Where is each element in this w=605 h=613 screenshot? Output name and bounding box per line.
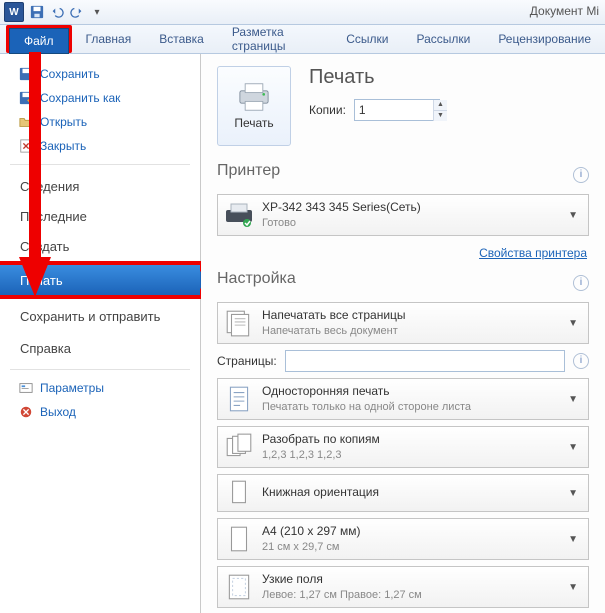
pages-info-icon[interactable]: i xyxy=(573,353,589,369)
backstage-view: Сохранить Сохранить как Открыть Закрыть xyxy=(0,54,605,613)
tab-file[interactable]: Файл xyxy=(9,28,69,54)
margins-dropdown[interactable]: Узкие поля Левое: 1,27 см Правое: 1,27 с… xyxy=(217,566,589,608)
tab-mailings[interactable]: Рассылки xyxy=(402,25,484,53)
tab-references[interactable]: Ссылки xyxy=(332,25,402,53)
nav-help[interactable]: Справка xyxy=(0,333,200,363)
options-icon xyxy=(18,380,34,396)
collate-sub: 1,2,3 1,2,3 1,2,3 xyxy=(262,448,564,462)
printer-info-icon[interactable]: i xyxy=(573,167,589,183)
nav-save-as[interactable]: Сохранить как xyxy=(0,86,200,110)
exit-icon xyxy=(18,404,34,420)
paper-title: A4 (210 x 297 мм) xyxy=(262,524,564,540)
copies-input[interactable] xyxy=(354,99,440,121)
highlight-file: Файл xyxy=(6,25,72,53)
collate-icon xyxy=(224,432,254,462)
qat-customize-icon[interactable]: ▾ xyxy=(88,3,106,21)
highlight-print: Печать xyxy=(0,261,204,299)
printer-selector[interactable]: XP-342 343 345 Series(Сеть) Готово ▼ xyxy=(217,194,589,236)
copies-spinner[interactable]: ▲▼ xyxy=(433,100,447,121)
nav-open[interactable]: Открыть xyxy=(0,110,200,134)
ribbon-tabs: Файл Главная Вставка Разметка страницы С… xyxy=(0,25,605,54)
printer-name: XP-342 343 345 Series(Сеть) xyxy=(262,200,564,216)
nav-options[interactable]: Параметры xyxy=(0,376,200,400)
settings-heading: Настройка xyxy=(217,270,296,288)
chevron-down-icon: ▼ xyxy=(564,210,582,221)
portrait-icon xyxy=(224,478,254,508)
pages-scope-title: Напечатать все страницы xyxy=(262,308,564,324)
duplex-dropdown[interactable]: Односторонняя печать Печатать только на … xyxy=(217,378,589,420)
backstage-nav: Сохранить Сохранить как Открыть Закрыть xyxy=(0,54,201,613)
orientation-title: Книжная ориентация xyxy=(262,485,564,501)
simplex-icon xyxy=(224,384,254,414)
chevron-down-icon: ▼ xyxy=(564,488,582,499)
chevron-down-icon: ▼ xyxy=(564,582,582,593)
tab-review[interactable]: Рецензирование xyxy=(484,25,605,53)
chevron-down-icon: ▼ xyxy=(564,394,582,405)
nav-info[interactable]: Сведения xyxy=(0,171,200,201)
printer-device-icon xyxy=(224,200,254,230)
chevron-down-icon: ▼ xyxy=(564,442,582,453)
close-file-icon xyxy=(18,138,34,154)
open-icon xyxy=(18,114,34,130)
nav-print[interactable]: Печать xyxy=(0,265,200,295)
printer-heading: Принтер xyxy=(217,162,280,180)
settings-info-icon[interactable]: i xyxy=(573,275,589,291)
word-app-icon: W xyxy=(4,2,24,22)
separator xyxy=(10,164,190,165)
save-icon xyxy=(18,66,34,82)
paper-dropdown[interactable]: A4 (210 x 297 мм) 21 см x 29,7 см ▼ xyxy=(217,518,589,560)
margins-sub: Левое: 1,27 см Правое: 1,27 см xyxy=(262,588,564,602)
pages-input[interactable] xyxy=(285,350,565,372)
title-bar: W ▾ Документ Mi xyxy=(0,0,605,25)
undo-icon[interactable] xyxy=(48,3,66,21)
pages-scope-dropdown[interactable]: Напечатать все страницы Напечатать весь … xyxy=(217,302,589,344)
collate-title: Разобрать по копиям xyxy=(262,432,564,448)
print-title: Печать xyxy=(309,66,589,89)
separator xyxy=(10,369,190,370)
tab-home[interactable]: Главная xyxy=(72,25,146,53)
document-title: Документ Mi xyxy=(530,4,599,18)
printer-icon xyxy=(236,82,272,112)
print-button-label: Печать xyxy=(234,116,273,130)
nav-save[interactable]: Сохранить xyxy=(0,62,200,86)
save-as-icon xyxy=(18,90,34,106)
orientation-dropdown[interactable]: Книжная ориентация ▼ xyxy=(217,474,589,512)
chevron-down-icon: ▼ xyxy=(564,318,582,329)
nav-recent[interactable]: Последние xyxy=(0,201,200,231)
printer-properties-link[interactable]: Свойства принтера xyxy=(479,246,587,260)
duplex-title: Односторонняя печать xyxy=(262,384,564,400)
print-header: Печать Печать Копии: ▲▼ xyxy=(217,66,589,146)
tab-insert[interactable]: Вставка xyxy=(145,25,218,53)
redo-icon[interactable] xyxy=(68,3,86,21)
pages-scope-sub: Напечатать весь документ xyxy=(262,324,564,338)
margins-icon xyxy=(224,572,254,602)
save-icon[interactable] xyxy=(28,3,46,21)
chevron-down-icon: ▼ xyxy=(564,534,582,545)
nav-new[interactable]: Создать xyxy=(0,231,200,261)
nav-exit[interactable]: Выход xyxy=(0,400,200,424)
print-button[interactable]: Печать xyxy=(217,66,291,146)
copies-label: Копии: xyxy=(309,103,346,117)
pages-icon xyxy=(224,308,254,338)
paper-icon xyxy=(224,524,254,554)
printer-status: Готово xyxy=(262,216,564,230)
paper-sub: 21 см x 29,7 см xyxy=(262,540,564,554)
pages-label: Страницы: xyxy=(217,354,277,368)
nav-save-send[interactable]: Сохранить и отправить xyxy=(0,299,200,333)
tab-page-layout[interactable]: Разметка страницы xyxy=(218,25,332,53)
print-panel: Печать Печать Копии: ▲▼ Принтер i xyxy=(201,54,605,613)
duplex-sub: Печатать только на одной стороне листа xyxy=(262,400,564,414)
margins-title: Узкие поля xyxy=(262,572,564,588)
nav-close[interactable]: Закрыть xyxy=(0,134,200,158)
collate-dropdown[interactable]: Разобрать по копиям 1,2,3 1,2,3 1,2,3 ▼ xyxy=(217,426,589,468)
